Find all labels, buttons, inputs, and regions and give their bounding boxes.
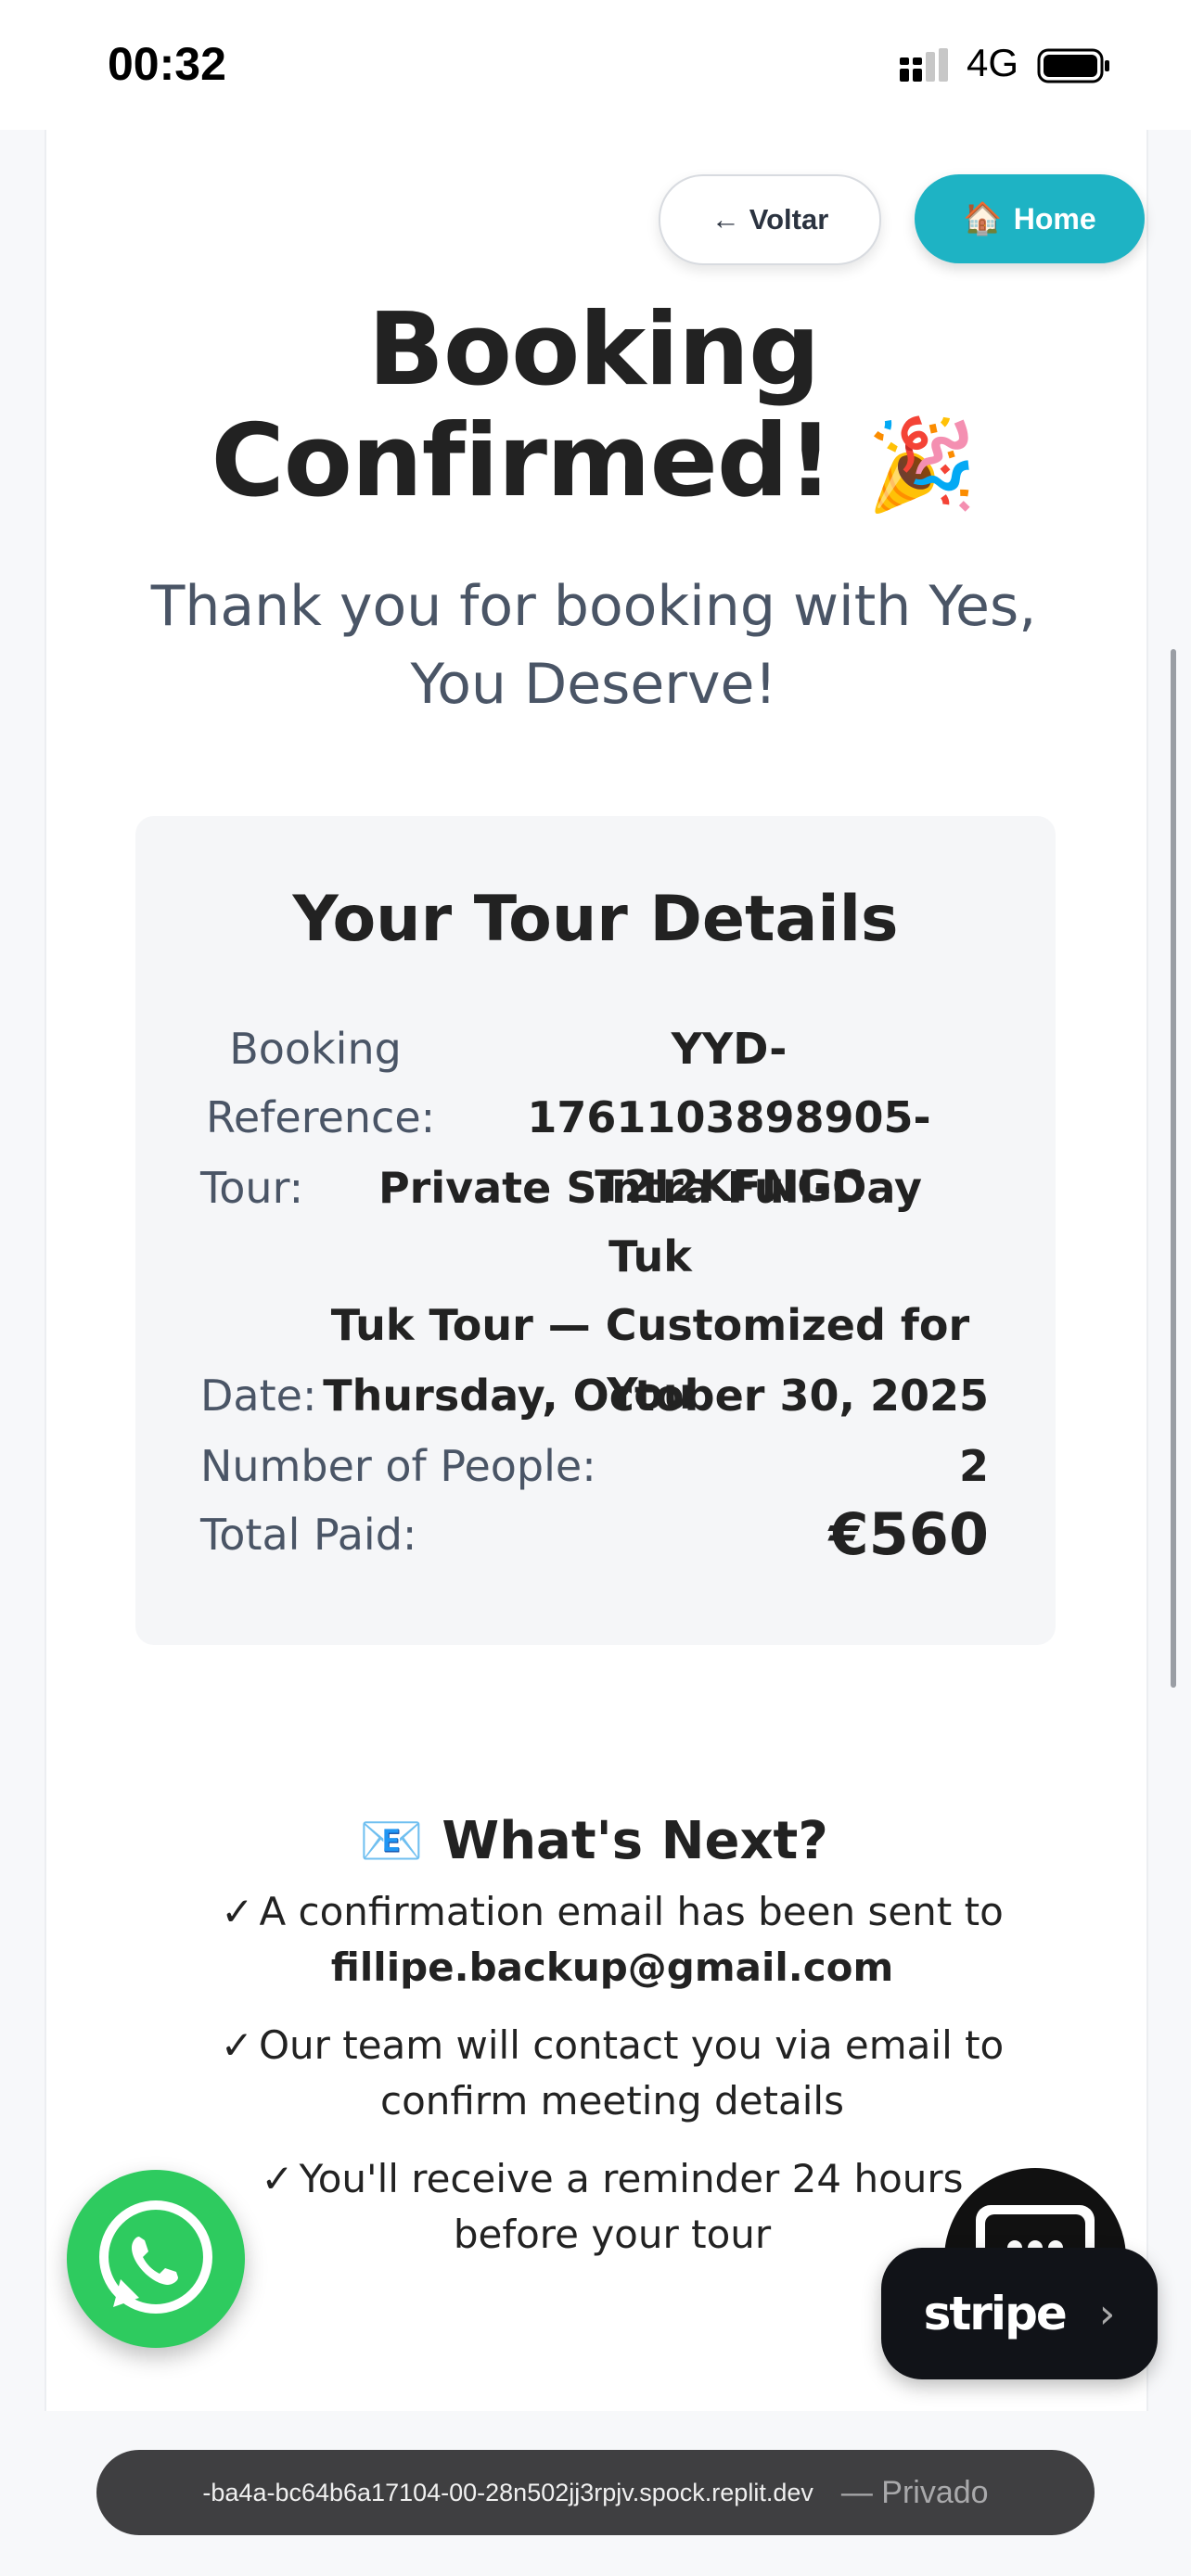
whats-next-heading: 📧 What's Next? <box>359 1811 828 1871</box>
title-line-1: Booking <box>367 292 821 408</box>
chevron-right-icon: › <box>1098 2289 1116 2338</box>
scrollbar[interactable] <box>1171 649 1176 1688</box>
check-icon: ✓ <box>221 1889 254 1934</box>
home-button-label: Home <box>1013 201 1096 236</box>
title-line-2: Confirmed! 🎉 <box>211 403 978 519</box>
status-bar: 00:32 4G <box>0 0 1191 130</box>
date-value: Thursday, October 30, 2025 <box>323 1371 989 1421</box>
next-step-contact: ✓ Our team will contact you via email to … <box>220 2022 1005 2123</box>
whatsapp-icon <box>99 2200 212 2314</box>
people-value: 2 <box>958 1441 989 1491</box>
page-title: Booking Confirmed! 🎉 <box>130 295 1057 520</box>
private-mode-label: — Privado <box>840 2474 989 2510</box>
arrow-left-icon: ← <box>711 203 740 236</box>
whatsapp-button[interactable] <box>67 2170 245 2348</box>
signal-icon <box>900 48 948 82</box>
total-value: €560 <box>828 1500 989 1568</box>
confirmation-email: fillipe.backup@gmail.com <box>330 1945 894 1990</box>
tour-details-card: Your Tour Details Booking Reference: YYD… <box>135 816 1056 1645</box>
status-time: 00:32 <box>108 38 226 90</box>
back-button[interactable]: ← Voltar <box>659 174 881 265</box>
thank-you-text: Thank you for booking with Yes, You Dese… <box>150 574 1037 717</box>
stripe-logo: stripe <box>923 2287 1068 2340</box>
tour-label: Tour: <box>200 1163 304 1213</box>
house-icon: 🏠 <box>963 201 1003 236</box>
check-icon: ✓ <box>220 2022 253 2068</box>
back-button-label: Voltar <box>749 203 829 236</box>
check-icon: ✓ <box>261 2156 294 2201</box>
battery-icon <box>1037 48 1109 83</box>
url-text: -ba4a-bc64b6a17104-00-28n502jj3rpjv.spoc… <box>202 2478 813 2506</box>
reference-label: Booking Reference: <box>206 1024 436 1142</box>
date-label: Date: <box>200 1371 317 1421</box>
home-button[interactable]: 🏠 Home <box>915 174 1145 263</box>
party-popper-icon: 🎉 <box>866 413 978 516</box>
tour-details-heading: Your Tour Details <box>292 883 899 956</box>
next-step-reminder: ✓ You'll receive a reminder 24 hours befo… <box>261 2156 964 2257</box>
stripe-checkout-button[interactable]: stripe › <box>881 2248 1158 2379</box>
total-label: Total Paid: <box>200 1510 417 1560</box>
envelope-icon: 📧 <box>359 1811 424 1871</box>
next-step-email: ✓ A confirmation email has been sent to f… <box>221 1889 1004 1990</box>
network-type: 4G <box>967 41 1019 84</box>
address-bar[interactable]: -ba4a-bc64b6a17104-00-28n502jj3rpjv.spoc… <box>96 2450 1095 2535</box>
people-label: Number of People: <box>200 1441 596 1491</box>
